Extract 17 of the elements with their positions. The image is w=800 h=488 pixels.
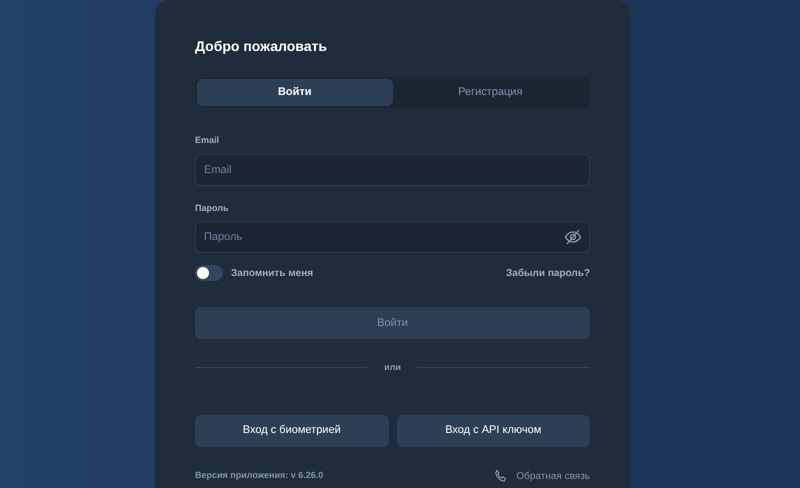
biometric-login-button[interactable]: Вход с биометрией: [195, 414, 388, 446]
tab[interactable]: Войти: [197, 79, 392, 106]
forgot-password-link[interactable]: Забыли пароль?: [506, 266, 590, 280]
hidden-eye-icon[interactable]: [564, 228, 582, 246]
field-label: Email: [195, 134, 220, 147]
field-label: Пароль: [195, 202, 230, 215]
tab[interactable]: Регистрация: [392, 79, 588, 106]
version-text: Версия приложения: v 6.26.0: [195, 469, 324, 482]
phone-icon: [494, 469, 508, 483]
password-field[interactable]: Пароль: [195, 221, 590, 253]
remember-toggle[interactable]: [195, 265, 223, 281]
remember-label: Запомнить меня: [231, 266, 314, 280]
card-title: Добро пожаловать: [195, 37, 328, 56]
email-field[interactable]: Email: [195, 154, 590, 186]
feedback-link[interactable]: Обратная связь: [494, 468, 590, 484]
api-key-login-button[interactable]: Вход с API ключом: [396, 414, 590, 446]
divider-text: или: [384, 361, 401, 374]
